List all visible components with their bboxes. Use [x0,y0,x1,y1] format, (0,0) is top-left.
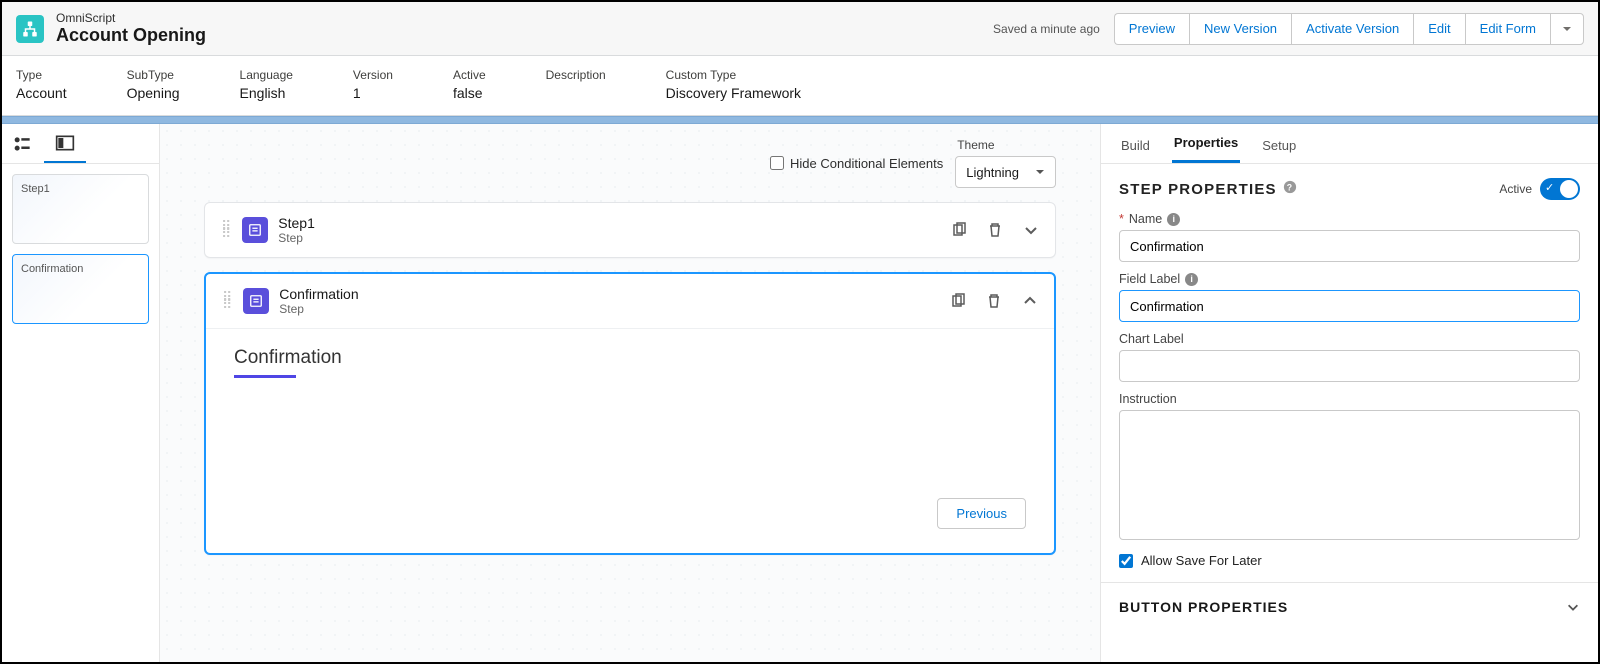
header-subtitle: OmniScript [56,11,206,25]
info-icon[interactable]: i [1185,273,1198,286]
help-icon[interactable]: ? [1283,180,1297,198]
chevron-down-icon [1023,222,1039,238]
instruction-textarea[interactable] [1119,410,1580,540]
step-card-confirmation[interactable]: ⠿⠿ Confirmation Step Confirmation [204,272,1056,555]
copy-button[interactable] [951,222,967,238]
chevron-down-icon [1566,600,1580,614]
step-body-title: Confirmation [234,347,1026,369]
step-card-step1[interactable]: ⠿⠿ Step1 Step [204,202,1056,258]
meta-value: false [453,85,486,101]
underline [234,375,296,378]
meta-value: Opening [127,85,180,101]
title-block: OmniScript Account Opening [56,11,206,46]
left-sidebar: Step1 Confirmation [2,124,160,662]
new-version-button[interactable]: New Version [1189,13,1291,45]
meta-label: Active [453,68,486,82]
tab-build[interactable]: Build [1119,128,1152,163]
info-icon[interactable]: i [1167,213,1180,226]
theme-label: Theme [957,138,994,152]
hide-conditional-label: Hide Conditional Elements [790,156,943,171]
allow-save-checkbox[interactable]: Allow Save For Later [1119,553,1580,568]
step-icon [242,217,268,243]
preview-button[interactable]: Preview [1114,13,1189,45]
meta-bar: Type Account SubType Opening Language Engli… [2,56,1598,116]
previous-button[interactable]: Previous [937,498,1026,529]
trash-icon [987,222,1003,238]
expand-button[interactable] [1023,222,1039,238]
more-menu-button[interactable] [1550,13,1584,45]
thumbnail-view-tab[interactable] [44,124,86,163]
meta-value: English [240,85,293,101]
edit-form-button[interactable]: Edit Form [1465,13,1551,45]
svg-text:?: ? [1287,183,1293,193]
meta-label: Custom Type [666,68,801,82]
theme-value: Lightning [966,165,1019,180]
meta-value: 1 [353,85,393,101]
meta-label: Language [240,68,293,82]
meta-value: Account [16,85,67,101]
delete-button[interactable] [987,222,1003,238]
tab-properties[interactable]: Properties [1172,125,1240,163]
saved-status: Saved a minute ago [993,22,1100,36]
tree-view-tab[interactable] [2,124,44,163]
active-label: Active [1499,182,1532,196]
layout-icon [55,134,75,152]
copy-icon [951,222,967,238]
step-type: Step [279,302,358,316]
copy-icon [950,293,966,309]
name-input[interactable] [1119,230,1580,262]
chevron-down-icon [1562,24,1572,34]
name-label: Name [1129,212,1162,226]
accordion-title: BUTTON PROPERTIES [1119,599,1288,615]
canvas: Hide Conditional Elements Theme Lightnin… [160,124,1100,662]
right-panel: Build Properties Setup STEP PROPERTIES ?… [1100,124,1598,662]
button-properties-accordion[interactable]: BUTTON PROPERTIES [1101,582,1598,631]
trash-icon [986,293,1002,309]
hide-conditional-input[interactable] [770,156,784,170]
chevron-up-icon [1022,293,1038,309]
meta-label: Description [546,68,606,82]
delete-button[interactable] [986,293,1002,309]
thumb-step1[interactable]: Step1 [12,174,149,244]
meta-value: Discovery Framework [666,85,801,101]
meta-label: Version [353,68,393,82]
step-name: Step1 [278,215,315,231]
meta-label: Type [16,68,67,82]
field-label-label: Field Label [1119,272,1180,286]
copy-button[interactable] [950,293,966,309]
meta-label: SubType [127,68,180,82]
chart-label-label: Chart Label [1119,332,1184,346]
section-title: STEP PROPERTIES [1119,181,1277,198]
collapse-button[interactable] [1022,293,1038,309]
chevron-down-icon [1035,167,1045,177]
allow-save-input[interactable] [1119,554,1133,568]
omniscript-icon [16,15,44,43]
chart-label-input[interactable] [1119,350,1580,382]
activate-version-button[interactable]: Activate Version [1291,13,1413,45]
allow-save-label: Allow Save For Later [1141,553,1262,568]
theme-select[interactable]: Lightning [955,156,1056,188]
hide-conditional-checkbox[interactable]: Hide Conditional Elements [770,156,943,171]
step-name: Confirmation [279,286,358,302]
edit-button[interactable]: Edit [1413,13,1464,45]
drag-handle-icon[interactable]: ⠿⠿ [221,223,232,237]
step-icon [243,288,269,314]
header-title: Account Opening [56,25,206,46]
tab-setup[interactable]: Setup [1260,128,1298,163]
instruction-label: Instruction [1119,392,1177,406]
field-label-input[interactable] [1119,290,1580,322]
top-band [2,116,1598,124]
step-type: Step [278,231,315,245]
thumb-confirmation[interactable]: Confirmation [12,254,149,324]
tree-icon [13,135,33,153]
check-icon: ✓ [1545,181,1554,194]
app-header: OmniScript Account Opening Saved a minut… [2,2,1598,56]
active-toggle[interactable]: ✓ [1540,178,1580,200]
drag-handle-icon[interactable]: ⠿⠿ [222,294,233,308]
